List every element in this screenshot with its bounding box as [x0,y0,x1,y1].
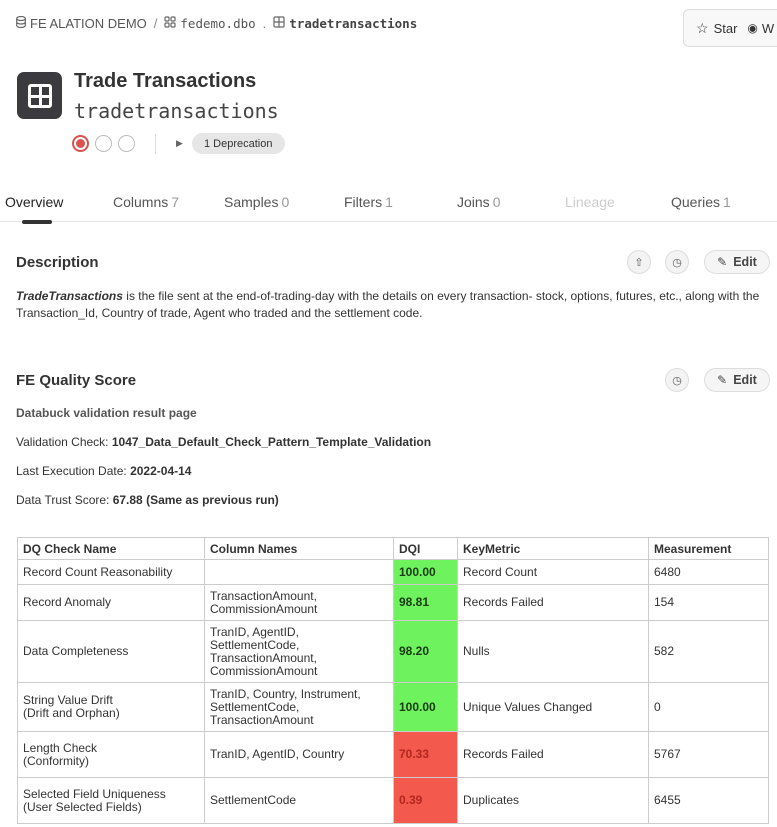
table-row: Record Anomaly TransactionAmount, Commis… [17,584,769,621]
divider [155,134,156,154]
table-row: Data Completeness TranID, AgentID, Settl… [17,620,769,683]
key-metric: Nulls [457,620,649,683]
breadcrumb-datasource[interactable]: FE ALATION DEMO [30,16,147,31]
key-metric: Records Failed [457,731,649,778]
quality-score-heading: FE Quality Score [16,372,137,389]
key-metric: Duplicates [457,777,649,824]
quality-edit-button[interactable]: ✎ Edit [704,368,770,392]
tab-overview[interactable]: Overview [5,194,63,210]
check-name: Data Completeness [17,620,205,683]
table-header-row: DQ Check Name Column Names DQI KeyMetric… [17,537,769,560]
breadcrumb-separator: . [262,15,267,31]
measurement: 6480 [648,559,769,585]
breadcrumb: FE ALATION DEMO / fedemo.dbo . tradetran… [16,14,417,32]
endorsement-flag-icon[interactable] [118,135,135,152]
column-header: Column Names [204,537,394,560]
table-icon [273,15,285,31]
last-execution-date: Last Execution Date: 2022-04-14 [16,464,192,478]
key-metric: Record Count [457,559,649,585]
tab-columns[interactable]: Columns 7 [113,194,179,210]
description-heading: Description [16,254,99,271]
column-header: KeyMetric [457,537,649,560]
key-metric: Unique Values Changed [457,682,649,732]
deprecation-flag-icon[interactable] [72,135,89,152]
history-icon[interactable]: ◷ [665,368,689,392]
dqi-cell: 100.00 [393,682,458,732]
column-names: TranID, Country, Instrument, SettlementC… [204,682,394,732]
breadcrumb-separator: / [153,15,158,31]
quality-subheading: Databuck validation result page [16,406,197,420]
history-icon[interactable]: ◷ [665,250,689,274]
table-row: Selected Field Uniqueness (User Selected … [17,777,769,824]
dqi-cell: 98.20 [393,620,458,683]
page-title[interactable]: Trade Transactions [74,70,256,93]
warning-flag-icon[interactable] [95,135,112,152]
deprecation-badge[interactable]: 1 Deprecation [192,133,285,154]
column-names: SettlementCode [204,777,394,824]
validation-check: Validation Check: 1047_Data_Default_Chec… [16,435,432,449]
tab-filters[interactable]: Filters 1 [344,194,393,210]
key-metric: Records Failed [457,584,649,621]
schema-icon [164,15,177,31]
dqi-cell: 0.39 [393,777,458,824]
dqi-cell: 100.00 [393,559,458,585]
column-header: Measurement [648,537,769,560]
breadcrumb-table: tradetransactions [289,15,418,31]
measurement: 5767 [648,731,769,778]
data-trust-score: Data Trust Score: 67.88 (Same as previou… [16,493,279,507]
column-names: TranID, AgentID, SettlementCode, Transac… [204,620,394,683]
table-row: Record Count Reasonability 100.00 Record… [17,559,769,585]
column-names [204,559,394,585]
active-tab-indicator [22,220,52,224]
tab-joins[interactable]: Joins 0 [457,194,500,210]
expand-caret-icon[interactable]: ▶ [176,138,183,149]
tab-lineage: Lineage [565,194,615,210]
upload-icon[interactable]: ⇧ [627,250,651,274]
star-watch-buttons: ☆ Star ◉ W [683,9,777,47]
tab-queries[interactable]: Queries 1 [671,194,731,210]
table-name: tradetransactions [74,99,279,123]
table-row: Length Check (Conformity) TranID, AgentID… [17,731,769,778]
description-edit-button[interactable]: ✎ Edit [704,250,770,274]
check-name: Length Check (Conformity) [17,731,205,778]
check-name: Record Anomaly [17,584,205,621]
breadcrumb-schema[interactable]: fedemo.dbo [180,16,255,31]
table-object-icon [17,72,62,119]
watch-button[interactable]: W [762,21,774,36]
check-name: Selected Field Uniqueness (User Selected … [17,777,205,824]
check-name: Record Count Reasonability [17,559,205,585]
tab-bar: Overview Columns 7 Samples 0 Filters 1 Join… [0,190,777,222]
column-names: TranID, AgentID, Country [204,731,394,778]
check-name: String Value Drift (Drift and Orphan) [17,682,205,732]
table-row: String Value Drift (Drift and Orphan) Tra… [17,682,769,732]
measurement: 0 [648,682,769,732]
dqi-cell: 70.33 [393,731,458,778]
database-icon [16,15,26,31]
description-text: TradeTransactions is the file sent at th… [16,289,760,320]
column-header: DQ Check Name [17,537,205,560]
column-names: TransactionAmount, CommissionAmount [204,584,394,621]
tab-samples[interactable]: Samples 0 [224,194,289,210]
column-header: DQI [393,537,458,560]
star-icon: ☆ [696,19,709,36]
measurement: 6455 [648,777,769,824]
star-button[interactable]: Star [714,21,738,36]
dqi-cell: 98.81 [393,584,458,621]
measurement: 154 [648,584,769,621]
trust-flags [72,135,135,152]
measurement: 582 [648,620,769,683]
pencil-icon: ✎ [717,255,728,269]
eye-icon: ◉ [747,21,758,35]
dq-results-table: DQ Check Name Column Names DQI KeyMetric… [17,537,769,824]
pencil-icon: ✎ [717,373,728,387]
